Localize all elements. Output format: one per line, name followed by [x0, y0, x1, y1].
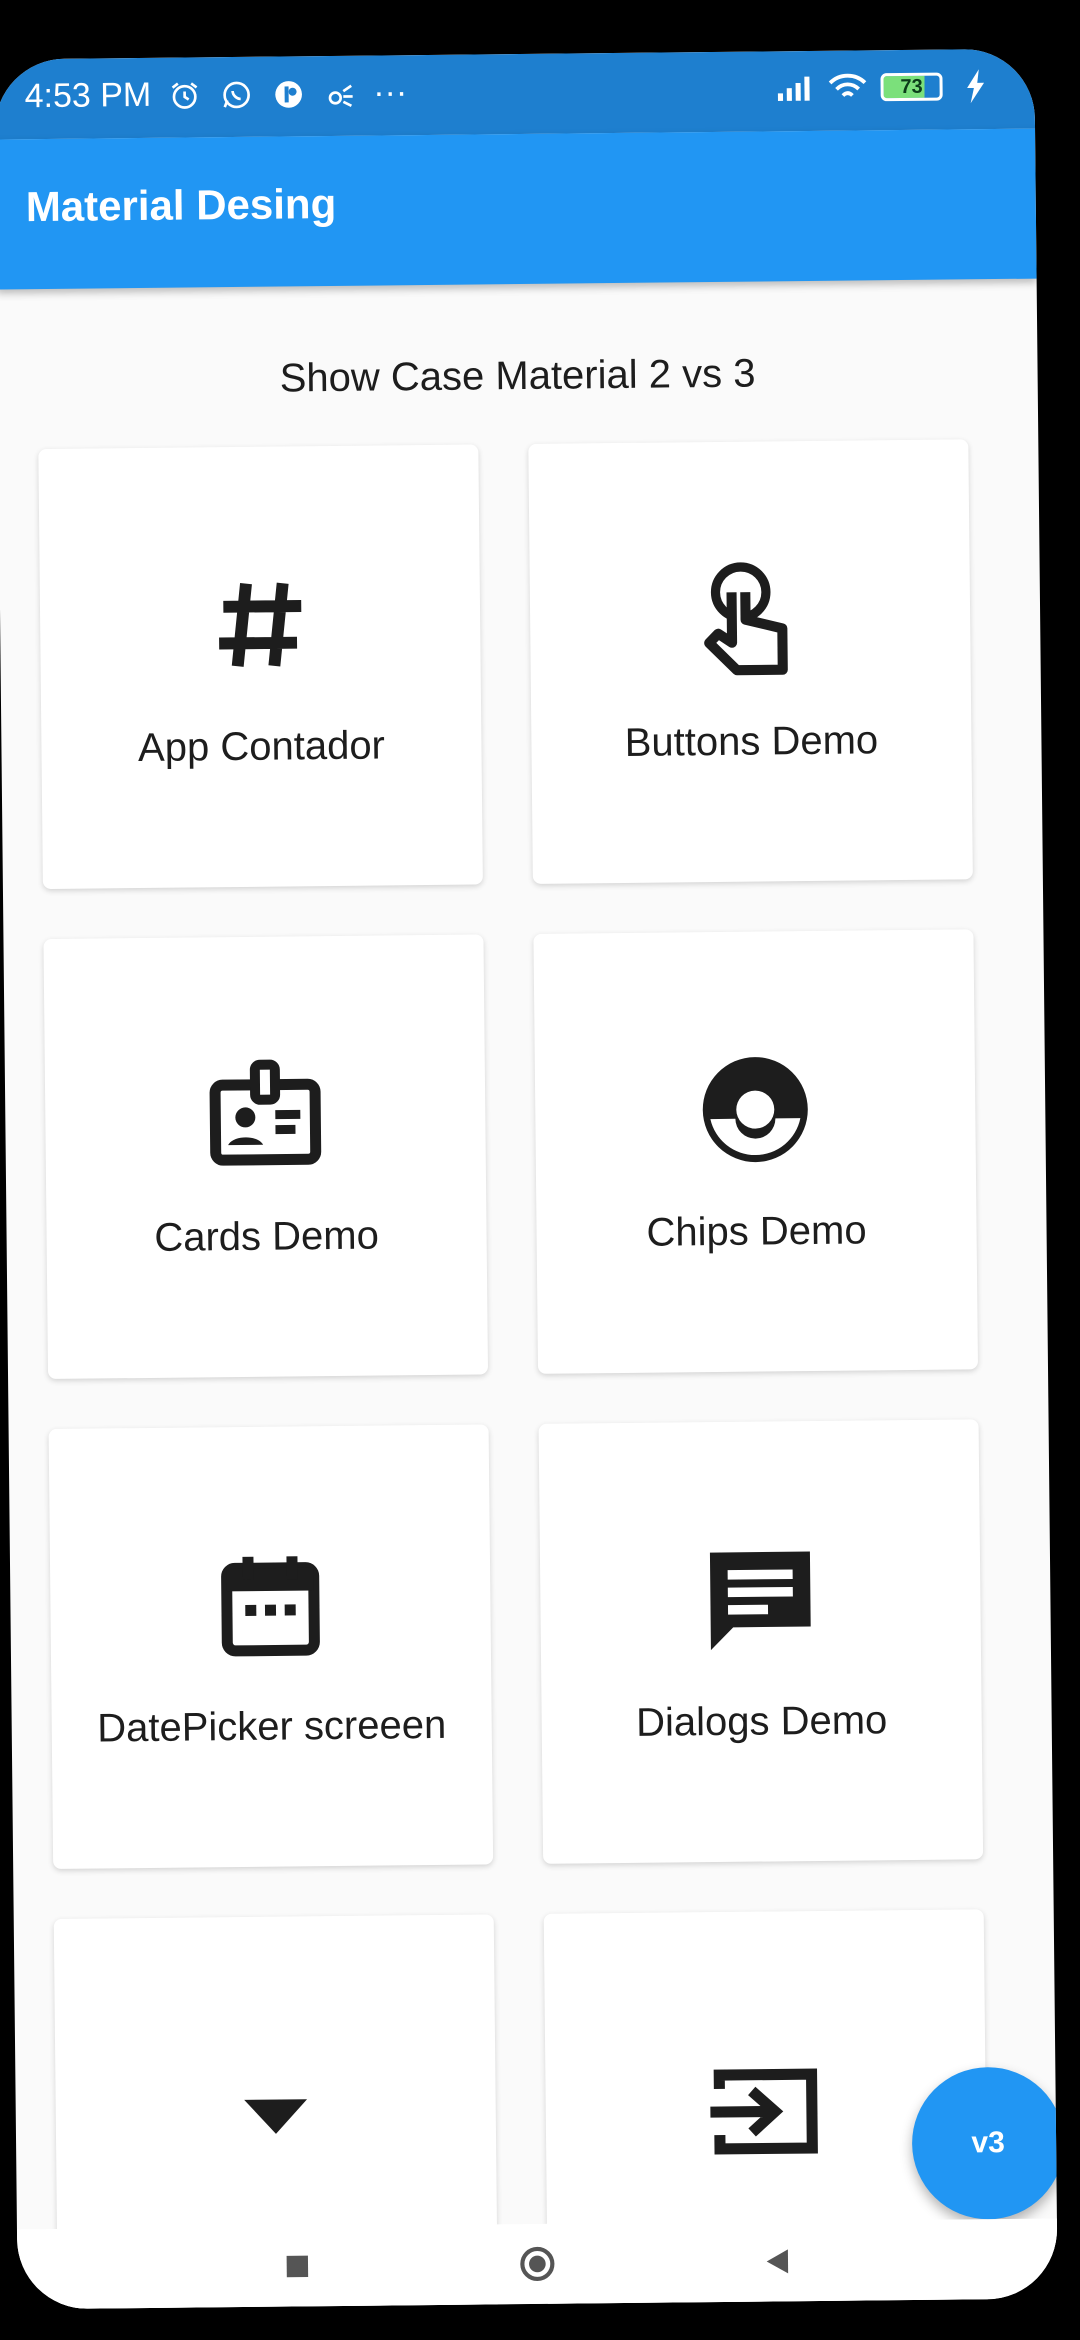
badge-icon — [205, 1054, 326, 1175]
home-button[interactable] — [517, 2244, 557, 2284]
card-label: Buttons Demo — [624, 717, 879, 765]
card-label: Dialogs Demo — [635, 1697, 888, 1745]
card-cards-demo[interactable]: Cards Demo — [43, 934, 489, 1380]
status-bar: 4:53 PM ··· 73 — [0, 48, 1036, 140]
card-label: Chips Demo — [646, 1207, 867, 1255]
system-nav-bar — [16, 2218, 1058, 2310]
touch-icon — [690, 558, 811, 679]
card-buttons-demo[interactable]: Buttons Demo — [528, 439, 973, 884]
card-label: Cards Demo — [154, 1213, 380, 1260]
app-title: Material Desing — [25, 179, 337, 231]
phone-frame: 4:53 PM ··· 73 Material Desing Show Case… — [0, 0, 1080, 2340]
card-label: App Contador — [137, 722, 386, 770]
back-button[interactable] — [757, 2241, 797, 2281]
pokeball-icon — [695, 1048, 816, 1169]
charging-icon — [956, 67, 994, 105]
calendar-icon — [210, 1544, 331, 1665]
battery-indicator: 73 — [880, 72, 943, 102]
status-bar-right: 73 — [776, 67, 994, 107]
card-app-contador[interactable]: App Contador — [38, 444, 483, 890]
card-dialogs-demo[interactable]: Dialogs Demo — [538, 1419, 984, 1864]
whatsapp-icon — [217, 75, 255, 113]
app-notification-icon — [269, 75, 307, 113]
demo-grid: App Contador Buttons Demo Cards Demo Chi… — [38, 439, 1018, 2310]
alarm-icon — [165, 76, 203, 114]
card-label: DatePicker screeen — [96, 1702, 447, 1751]
app-bar: Material Desing — [0, 128, 1037, 290]
more-notifications: ··· — [373, 73, 408, 112]
status-bar-left: 4:53 PM ··· — [24, 73, 407, 116]
card-chips-demo[interactable]: Chips Demo — [533, 929, 979, 1374]
recents-button[interactable] — [277, 2246, 317, 2286]
hash-icon — [200, 564, 321, 685]
screen: 4:53 PM ··· 73 Material Desing Show Case… — [0, 48, 1058, 2310]
input-icon — [705, 2051, 826, 2172]
wifi-icon — [828, 68, 867, 106]
status-time: 4:53 PM — [24, 75, 152, 116]
sensor-icon — [321, 74, 359, 112]
page-subtitle: Show Case Material 2 vs 3 — [279, 351, 756, 401]
signal-icon — [776, 69, 814, 107]
dropdown-arrow-icon — [215, 2056, 336, 2177]
card-datepicker-screen[interactable]: DatePicker screeen — [48, 1424, 494, 1869]
message-icon — [700, 1538, 821, 1659]
